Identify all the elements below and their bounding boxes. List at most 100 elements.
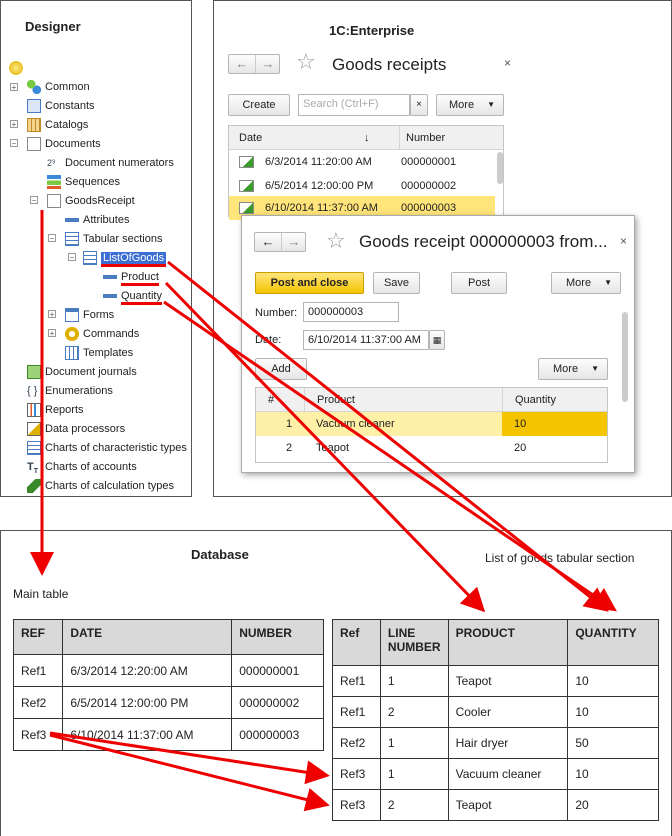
- tree-item-commands[interactable]: Commands: [65, 325, 139, 343]
- main-table-header: REF DATE NUMBER: [12, 619, 324, 655]
- tree-item-charts-accounts[interactable]: TT Charts of accounts: [27, 458, 137, 476]
- goods-row[interactable]: 2 Teapot 20: [256, 436, 607, 460]
- constants-icon: [27, 99, 41, 114]
- tree-root[interactable]: [9, 59, 27, 77]
- calendar-icon: ▦: [432, 335, 442, 345]
- list-row[interactable]: 6/3/2014 11:20:00 AM 000000001: [229, 150, 495, 174]
- list-row[interactable]: 6/5/2014 12:00:00 PM 000000002: [229, 174, 495, 198]
- tabular-table-row: Ref2 1 Hair dryer 50: [332, 727, 659, 759]
- date-label: Date:: [255, 334, 282, 346]
- tree-item-product[interactable]: Product: [103, 268, 159, 286]
- attributes-icon: [65, 218, 79, 223]
- forms-icon: [65, 308, 79, 323]
- numerators-icon: 2³: [47, 158, 56, 169]
- favorite-star-icon[interactable]: ☆: [296, 49, 316, 75]
- tree-item-tabular-sections[interactable]: Tabular sections: [65, 230, 163, 248]
- tree-item-documents[interactable]: Documents: [27, 135, 101, 153]
- main-table-label: Main table: [13, 587, 69, 601]
- create-button[interactable]: Create: [228, 94, 290, 116]
- enterprise-title: 1C:Enterprise: [329, 23, 415, 38]
- calendar-button[interactable]: ▦: [429, 330, 445, 350]
- tabular-table-row: Ref3 1 Vacuum cleaner 10: [332, 758, 659, 790]
- designer-panel: Designer + Common Constants + Catalogs −…: [0, 0, 192, 497]
- tabular-section-table: Ref LINE NUMBER PRODUCT QUANTITY Ref1 1 …: [332, 619, 659, 821]
- form-scrollbar[interactable]: [622, 312, 628, 402]
- enumerations-icon: { }: [27, 385, 38, 398]
- tabular-table-row: Ref3 2 Teapot 20: [332, 789, 659, 821]
- collapse-tabular-toggle[interactable]: −: [48, 234, 56, 243]
- tree-item-enumerations[interactable]: { } Enumerations: [27, 382, 113, 400]
- tree-item-templates[interactable]: Templates: [65, 344, 133, 362]
- tree-item-forms[interactable]: Forms: [65, 306, 114, 324]
- post-and-close-button[interactable]: Post and close: [255, 272, 364, 294]
- tree-item-sequences[interactable]: Sequences: [47, 173, 120, 191]
- document-form-window: ← → ☆ Goods receipt 000000003 from... × …: [241, 215, 635, 473]
- tree-item-charts-characteristic-types[interactable]: Charts of characteristic types: [27, 439, 187, 457]
- col-product-header[interactable]: Product: [304, 388, 355, 412]
- tree-item-quantity[interactable]: Quantity: [103, 287, 162, 305]
- dropdown-arrow-icon: ▼: [604, 278, 612, 287]
- tree-item-attributes[interactable]: Attributes: [65, 211, 129, 229]
- tree-item-common[interactable]: Common: [27, 78, 90, 96]
- list-scrollbar[interactable]: [497, 152, 503, 184]
- catalogs-icon: [27, 118, 41, 133]
- date-field[interactable]: 6/10/2014 11:37:00 AM: [303, 330, 429, 350]
- more-button[interactable]: More ▼: [436, 94, 504, 116]
- tabular-table-row: Ref1 1 Teapot 10: [332, 665, 659, 697]
- goods-row-selected[interactable]: 1 Vacuum cleaner 10: [256, 412, 607, 436]
- close-form-icon[interactable]: ×: [620, 234, 627, 248]
- table-more-button[interactable]: More ▼: [538, 358, 608, 380]
- enterprise-panel: 1C:Enterprise ← → ☆ Goods receipts × Cre…: [213, 0, 672, 497]
- forward-arrow-icon[interactable]: →: [255, 55, 281, 73]
- collapse-documents-toggle[interactable]: −: [10, 139, 18, 148]
- tabular-table-row: Ref1 2 Cooler 10: [332, 696, 659, 728]
- tree-item-document-journals[interactable]: Document journals: [27, 363, 137, 381]
- list-nav-buttons: ← →: [228, 54, 280, 74]
- tree-item-data-processors[interactable]: Data processors: [27, 420, 125, 438]
- tree-item-catalogs[interactable]: Catalogs: [27, 116, 88, 134]
- add-row-button[interactable]: Add: [255, 358, 307, 380]
- search-input[interactable]: Search (Ctrl+F): [298, 94, 410, 116]
- save-button[interactable]: Save: [373, 272, 420, 294]
- attribute-icon: [103, 294, 117, 299]
- tabular-table-header: Ref LINE NUMBER PRODUCT QUANTITY: [332, 619, 659, 666]
- tree-item-document-numerators[interactable]: 2³ Document numerators: [47, 154, 174, 172]
- number-field[interactable]: 000000003: [303, 302, 399, 322]
- form-more-button[interactable]: More ▼: [551, 272, 621, 294]
- form-title: Goods receipt 000000003 from...: [359, 232, 608, 251]
- expand-commands-toggle[interactable]: +: [48, 329, 56, 338]
- database-panel: Database List of goods tabular section M…: [0, 530, 672, 836]
- post-button[interactable]: Post: [451, 272, 507, 294]
- col-num-header[interactable]: #: [268, 388, 274, 412]
- col-date-header[interactable]: Date: [239, 126, 262, 150]
- attribute-icon: [103, 275, 117, 280]
- back-arrow-icon[interactable]: ←: [255, 233, 282, 251]
- quantity-cell-active[interactable]: 10: [502, 412, 607, 436]
- table-icon: [83, 251, 97, 266]
- expand-common-toggle[interactable]: +: [10, 83, 18, 92]
- sort-arrow-icon: ↓: [364, 132, 370, 144]
- collapse-goodsreceipt-toggle[interactable]: −: [30, 196, 38, 205]
- back-arrow-icon[interactable]: ←: [229, 55, 256, 73]
- tree-item-reports[interactable]: Reports: [27, 401, 84, 419]
- collapse-listofgoods-toggle[interactable]: −: [68, 253, 76, 262]
- expand-catalogs-toggle[interactable]: +: [10, 120, 18, 129]
- tree-item-charts-calculation-types[interactable]: Charts of calculation types: [27, 477, 174, 495]
- close-list-icon[interactable]: ×: [504, 56, 511, 70]
- tree-item-constants[interactable]: Constants: [27, 97, 95, 115]
- posted-doc-icon: [239, 180, 254, 192]
- favorite-star-icon[interactable]: ☆: [326, 228, 346, 254]
- form-nav-buttons: ← →: [254, 232, 306, 252]
- sequences-icon: [47, 175, 61, 190]
- tree-item-goodsreceipt[interactable]: GoodsReceipt: [47, 192, 135, 210]
- posted-doc-icon: [239, 156, 254, 168]
- templates-icon: [65, 346, 79, 361]
- tree-item-listofgoods[interactable]: ListOfGoods: [83, 249, 167, 267]
- col-quantity-header[interactable]: Quantity: [502, 388, 556, 412]
- col-number-header[interactable]: Number: [399, 126, 445, 150]
- dropdown-arrow-icon: ▼: [487, 100, 495, 109]
- reports-icon: [27, 403, 41, 418]
- forward-arrow-icon[interactable]: →: [281, 233, 307, 251]
- clear-search-button[interactable]: ×: [410, 94, 428, 116]
- expand-forms-toggle[interactable]: +: [48, 310, 56, 319]
